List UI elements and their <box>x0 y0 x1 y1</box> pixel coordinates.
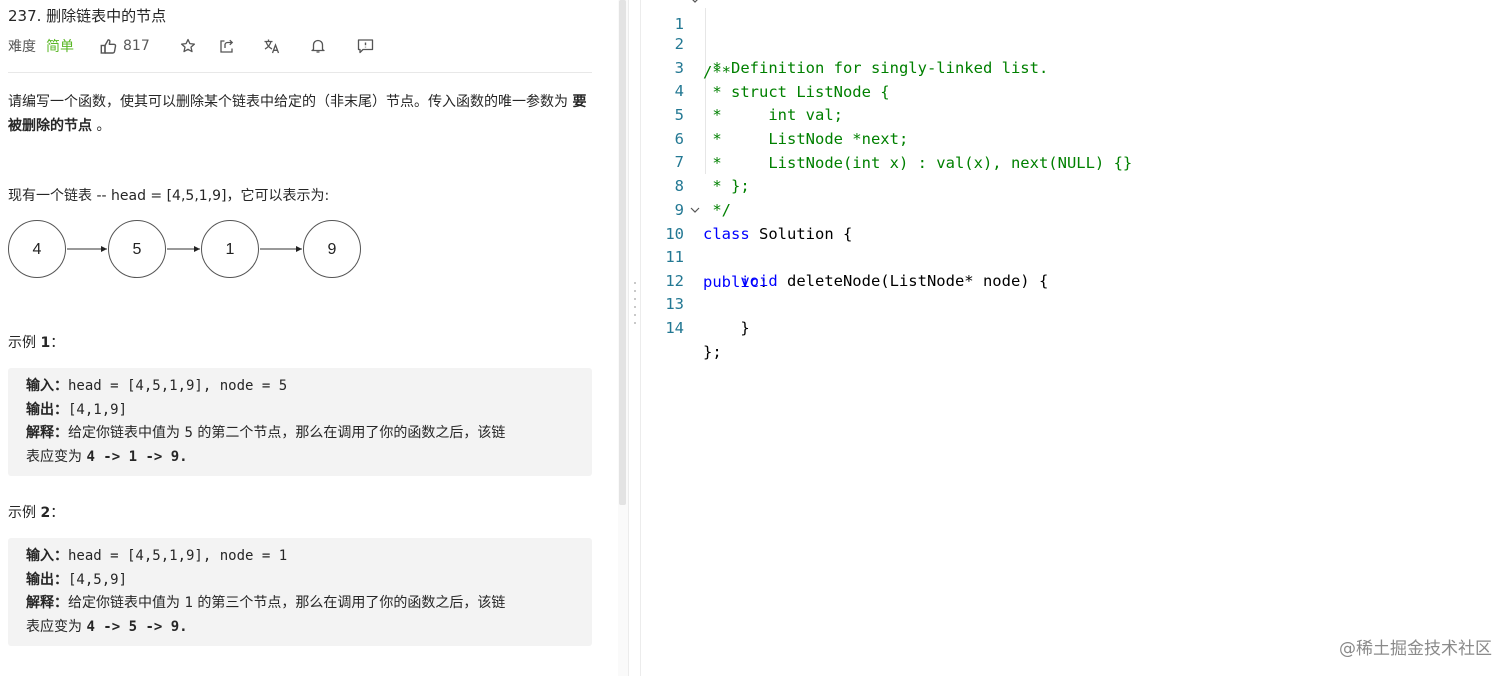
example-2-heading: 示例 2： <box>8 502 64 522</box>
description-text-end: 。 <box>92 118 111 134</box>
example-1-heading: 示例 1： <box>8 332 64 352</box>
example-input-line: 输入：head = [4,5,1,9], node = 5 <box>26 375 574 399</box>
explanation-label: 解释： <box>26 425 68 441</box>
difficulty-badge: 简单 <box>46 39 74 55</box>
example-heading-number: 1 <box>40 335 51 351</box>
code-line-5[interactable]: 5 * ListNode *next; <box>641 79 1501 148</box>
explanation-node-value: 1 <box>184 595 193 611</box>
bell-icon[interactable] <box>309 37 327 55</box>
explanation-text: 表应变为 <box>26 618 87 635</box>
code-line-9[interactable]: 9 class Solution { <box>641 174 1501 243</box>
code-line-8[interactable]: 8 */ <box>641 150 1501 219</box>
like-count: 817 <box>123 38 150 54</box>
explanation-label: 解释： <box>26 595 68 611</box>
explanation-text: 表应变为 <box>26 448 87 465</box>
example-output-line: 输出：[4,5,9] <box>26 569 574 593</box>
watermark: @稀土掘金技术社区 <box>1339 639 1492 659</box>
output-label: 输出： <box>26 571 68 588</box>
description-scrollbar-thumb[interactable] <box>619 0 626 505</box>
like-button[interactable]: 817 <box>100 38 150 55</box>
example-explanation-line: 表应变为 4 -> 1 -> 9. <box>26 446 574 470</box>
code-text: } <box>703 319 750 337</box>
example-explanation-line: 解释：给定你链表中值为 1 的第三个节点，那么在调用了你的函数之后，该链 <box>26 592 574 616</box>
line-number: 14 <box>665 319 684 337</box>
favorite-star-icon[interactable] <box>179 37 197 55</box>
problem-description-panel: 237. 删除链表中的节点 难度 简单 817 请编写一个函数，使其可以删除某个 <box>0 0 618 676</box>
description-text: 请编写一个函数，使其可以删除某个链表中给定的（非末尾）节点。传入函数的唯一参数为 <box>8 94 573 110</box>
code-line-10[interactable]: 10 public: <box>641 198 1501 291</box>
code-line-4[interactable]: 4 * int val; <box>641 55 1501 124</box>
translate-icon[interactable] <box>263 37 281 55</box>
grip-dot <box>634 282 636 284</box>
example-heading-colon: ： <box>50 335 65 351</box>
explanation-text: 的第二个节点，那么在调用了你的函数之后，该链 <box>192 425 506 441</box>
thumbs-up-icon <box>100 38 117 54</box>
list-node-value: 9 <box>328 241 337 258</box>
code-line-12[interactable]: 12 <box>641 245 1501 290</box>
example-heading-text: 示例 <box>8 505 41 521</box>
example-explanation-line: 表应变为 4 -> 5 -> 9. <box>26 616 574 640</box>
explanation-node-value: 5 <box>184 425 193 441</box>
output-label: 输出： <box>26 401 68 418</box>
header-divider <box>8 72 592 73</box>
grip-dot <box>634 290 636 292</box>
code-line-3[interactable]: 3 * struct ListNode { <box>641 32 1501 101</box>
explanation-result: 4 -> 5 -> 9. <box>86 618 188 635</box>
feedback-icon[interactable] <box>357 37 375 55</box>
code-line-2[interactable]: 2 * Definition for singly-linked list. <box>641 8 1501 77</box>
code-line-13[interactable]: 13 } <box>641 268 1501 337</box>
linked-list-diagram: 4 5 1 9 <box>8 220 361 278</box>
list-node-value: 5 <box>133 241 142 258</box>
input-value: head = [4,5,1,9], node = 1 <box>68 548 288 564</box>
grip-dot <box>634 322 636 324</box>
linked-list-intro: 现有一个链表 -- head = [4,5,1,9]，它可以表示为: <box>8 188 330 204</box>
example-output-line: 输出：[4,1,9] <box>26 399 574 423</box>
output-value: [4,5,9] <box>68 571 128 588</box>
input-value: head = [4,5,1,9], node = 5 <box>68 378 288 394</box>
output-value: [4,1,9] <box>68 401 128 418</box>
grip-dot <box>634 314 636 316</box>
example-heading-number: 2 <box>40 505 51 521</box>
code-line-11[interactable]: 11 void deleteNode(ListNode* node) { <box>641 221 1501 290</box>
grip-dot <box>634 298 636 300</box>
code-text: }; <box>703 343 722 361</box>
problem-meta-row: 难度 简单 817 <box>8 36 375 56</box>
example-input-line: 输入：head = [4,5,1,9], node = 1 <box>26 545 574 569</box>
problem-description: 请编写一个函数，使其可以删除某个链表中给定的（非末尾）节点。传入函数的唯一参数为… <box>8 90 594 138</box>
code-line-7[interactable]: 7 * }; <box>641 126 1501 195</box>
example-explanation-line: 解释：给定你链表中值为 5 的第二个节点，那么在调用了你的函数之后，该链 <box>26 422 574 446</box>
example-2-block: 输入：head = [4,5,1,9], node = 1 输出：[4,5,9]… <box>8 538 592 646</box>
share-icon[interactable] <box>218 37 236 55</box>
explanation-text: 的第三个节点，那么在调用了你的函数之后，该链 <box>192 595 506 611</box>
problem-title: 237. 删除链表中的节点 <box>8 7 167 25</box>
grip-dot <box>634 306 636 308</box>
panel-resize-handle[interactable] <box>628 0 641 676</box>
difficulty-label: 难度 <box>8 39 36 55</box>
list-node-value: 4 <box>33 241 42 258</box>
code-line-14[interactable]: 14 }; <box>641 292 1501 361</box>
input-label: 输入： <box>26 378 68 394</box>
input-label: 输入： <box>26 548 68 564</box>
example-heading-text: 示例 <box>8 335 41 351</box>
explanation-result: 4 -> 1 -> 9. <box>86 448 188 465</box>
explanation-text: 给定你链表中值为 <box>68 595 185 611</box>
example-heading-colon: ： <box>50 505 65 521</box>
example-1-block: 输入：head = [4,5,1,9], node = 5 输出：[4,1,9]… <box>8 368 592 476</box>
explanation-text: 给定你链表中值为 <box>68 425 185 441</box>
code-editor[interactable]: 1 /** 2 * Definition for singly-linked l… <box>641 0 1512 676</box>
code-line-6[interactable]: 6 * ListNode(int x) : val(x), next(NULL)… <box>641 103 1501 172</box>
list-node-value: 1 <box>226 241 235 258</box>
fold-chevron-icon[interactable] <box>688 198 702 222</box>
